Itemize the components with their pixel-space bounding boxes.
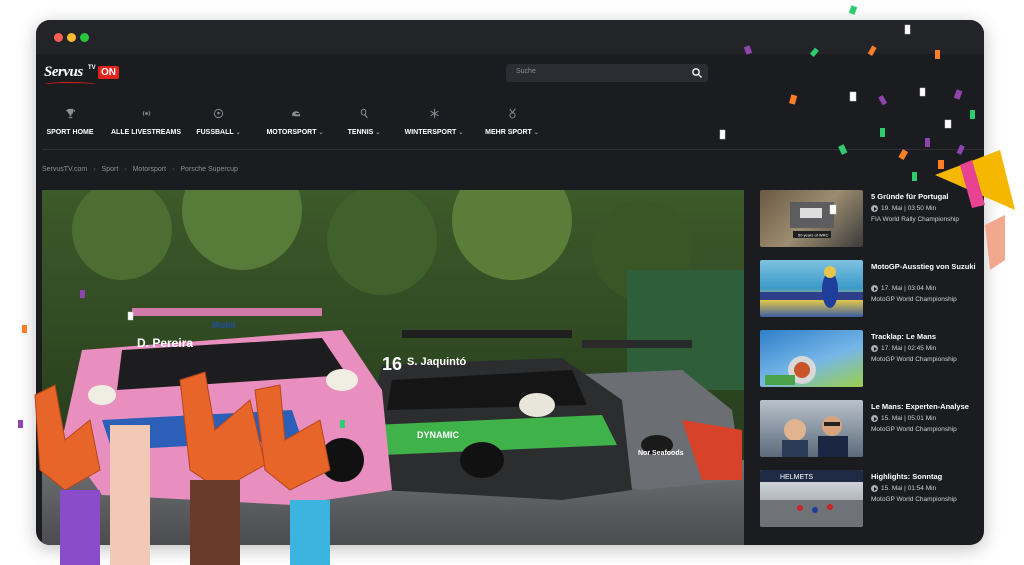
nav-label: FUSSBALL: [196, 129, 234, 136]
breadcrumb-item[interactable]: ServusTV.com: [42, 166, 87, 173]
video-title[interactable]: Highlights: Sonntag: [871, 472, 979, 482]
video-title[interactable]: Tracklap: Le Mans: [871, 332, 979, 342]
video-thumbnail: [760, 330, 863, 387]
nav-item-tennis[interactable]: TENNIS ⌄: [344, 108, 384, 144]
chevron-down-icon: ⌄: [375, 130, 381, 136]
nav-label: ALLE LIVESTREAMS: [111, 129, 182, 136]
video-championship: MotoGP World Championship: [871, 426, 957, 433]
car-driver-name: S. Jaquintó: [407, 356, 467, 368]
car-number: 16: [382, 354, 402, 374]
car-sponsor: Mobil: [212, 320, 236, 330]
video-thumbnail: [760, 260, 863, 317]
video-date-duration: 15. Mai | 05:01 Min: [881, 415, 937, 423]
hero-video-player[interactable]: 16 S. Jaquintó DYNAMIC Nor Seafoods D. P…: [42, 190, 744, 545]
car-sponsor: DYNAMIC: [417, 430, 459, 440]
video-date-duration: 15. Mai | 01:54 Min: [881, 485, 937, 493]
video-item[interactable]: MotoGP-Ausstieg von Suzuki 17. Mai | 03:…: [760, 260, 980, 320]
logo-text: Servus: [44, 64, 83, 80]
chevron-right-icon: ›: [172, 166, 175, 173]
video-item[interactable]: Le Mans: Experten-Analyse 15. Mai | 05:0…: [760, 400, 980, 460]
video-title[interactable]: 5 Gründe für Portugal: [871, 192, 979, 202]
video-item[interactable]: 50 years of WRC 5 Gründe für Portugal 19…: [760, 190, 980, 250]
video-title[interactable]: MotoGP-Ausstieg von Suzuki: [871, 262, 979, 272]
chevron-right-icon: ›: [124, 166, 127, 173]
trophy-icon: [65, 108, 75, 119]
logo-on-badge: ON: [98, 66, 119, 79]
video-date-duration: 17. Mai | 02:45 Min: [881, 345, 937, 353]
chevron-down-icon: ⌄: [318, 130, 324, 136]
chevron-down-icon: ⌄: [235, 130, 241, 136]
video-date-duration: 17. Mai | 03:04 Min: [881, 285, 937, 293]
chevron-right-icon: ›: [93, 166, 96, 173]
medal-icon: [508, 108, 516, 119]
video-item[interactable]: Tracklap: Le Mans 17. Mai | 02:45 Min Mo…: [760, 330, 980, 390]
car-driver-name: D. Pereira: [137, 336, 193, 350]
video-title[interactable]: Le Mans: Experten-Analyse: [871, 402, 979, 412]
close-window-button[interactable]: [54, 33, 63, 42]
search-placeholder: Suche: [516, 68, 536, 75]
search-icon[interactable]: [691, 67, 703, 79]
logo-swoosh: [44, 82, 96, 87]
minimize-window-button[interactable]: [67, 33, 76, 42]
nav-item-mehr-sport[interactable]: MEHR SPORT ⌄: [484, 108, 540, 144]
video-item[interactable]: HELMETS Highlights: Sonntag 15. Mai | 01…: [760, 470, 980, 530]
nav-label: MEHR SPORT: [485, 129, 532, 136]
video-meta: 17. Mai | 02:45 Min: [871, 345, 936, 352]
nav-label: WINTERSPORT: [404, 129, 457, 136]
nav-label: TENNIS: [347, 129, 374, 136]
logo-tv: TV: [88, 65, 96, 71]
helmet-icon: [291, 111, 300, 117]
play-icon: [871, 345, 878, 352]
play-icon: [871, 205, 878, 212]
nav-item-wintersport[interactable]: WINTERSPORT ⌄: [402, 108, 466, 144]
thumb-caption: 50 years of WRC: [798, 233, 829, 238]
nav-divider: [42, 149, 984, 150]
play-icon: [871, 485, 878, 492]
nav-item-motorsport[interactable]: MOTORSPORT ⌄: [264, 108, 326, 144]
tennis-icon: [360, 108, 368, 119]
car-sponsor: Nor Seafoods: [638, 450, 684, 457]
nav-label: MOTORSPORT: [266, 129, 317, 136]
snowflake-icon: [429, 108, 439, 119]
football-icon: [213, 108, 224, 119]
thumb-caption: HELMETS: [780, 474, 813, 481]
chevron-down-icon: ⌄: [533, 130, 539, 136]
breadcrumb-item[interactable]: Sport: [102, 166, 119, 173]
video-championship: MotoGP World Championship: [871, 356, 957, 363]
nav-item-alle-livestreams[interactable]: ALLE LIVESTREAMS: [111, 108, 181, 144]
chevron-down-icon: ⌄: [458, 130, 464, 136]
sport-navigation: SPORT HOME ALLE LIVESTREAMS FUSSBALL ⌄ MO…: [36, 108, 984, 148]
video-meta: 17. Mai | 03:04 Min: [871, 285, 936, 292]
play-icon: [871, 285, 878, 292]
nav-label: SPORT HOME: [46, 129, 94, 136]
breadcrumb-item[interactable]: Motorsport: [133, 166, 166, 173]
live-stream-icon: [142, 110, 150, 117]
nav-item-fussball[interactable]: FUSSBALL ⌄: [196, 108, 241, 144]
breadcrumb-item[interactable]: Porsche Supercup: [180, 166, 238, 173]
video-meta: 15. Mai | 01:54 Min: [871, 485, 936, 492]
breadcrumb: ServusTV.com › Sport › Motorsport › Porsche…: [42, 166, 242, 173]
search-input[interactable]: Suche: [506, 64, 708, 82]
video-thumbnail: [760, 400, 863, 457]
nav-item-sport-home[interactable]: SPORT HOME: [46, 108, 94, 144]
video-championship: MotoGP World Championship: [871, 496, 957, 503]
video-championship: FIA World Rally Championship: [871, 216, 960, 223]
video-date-duration: 19. Mai | 03:50 Min: [881, 205, 937, 213]
video-thumbnail: 50 years of WRC: [760, 190, 863, 247]
browser-window: Servus TV ON Suche SPORT HOME ALLE LIVES…: [36, 20, 984, 545]
play-icon: [871, 415, 878, 422]
video-thumbnail: HELMETS: [760, 470, 863, 527]
servustv-on-logo[interactable]: Servus TV ON: [44, 62, 124, 86]
race-cars-image: 16 S. Jaquintó DYNAMIC Nor Seafoods D. P…: [42, 190, 744, 545]
video-meta: 15. Mai | 05:01 Min: [871, 415, 936, 422]
video-championship: MotoGP World Championship: [871, 296, 957, 303]
video-meta: 19. Mai | 03:50 Min: [871, 205, 936, 212]
maximize-window-button[interactable]: [80, 33, 89, 42]
browser-titlebar: [36, 20, 984, 54]
